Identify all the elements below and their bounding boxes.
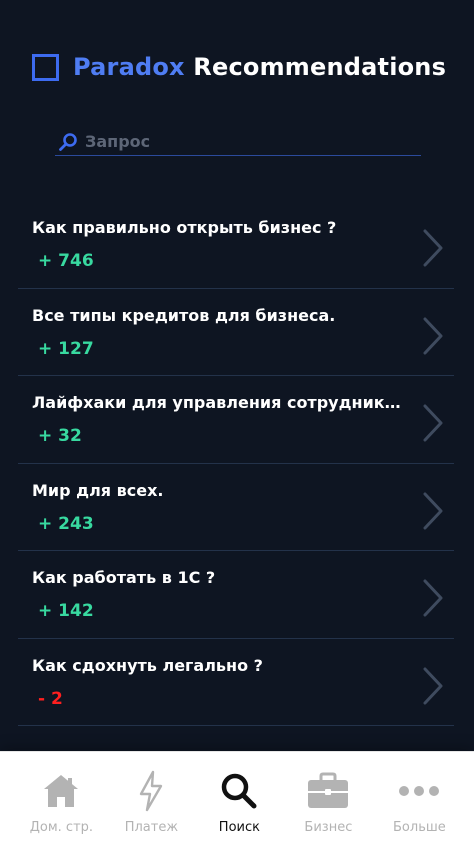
item-count: + 243 bbox=[38, 513, 94, 534]
header: Paradox Recommendations bbox=[32, 50, 446, 84]
item-count: + 127 bbox=[38, 338, 94, 359]
briefcase-icon bbox=[306, 770, 350, 812]
more-icon bbox=[397, 770, 441, 812]
item-title: Все типы кредитов для бизнеса. bbox=[32, 305, 336, 325]
item-count: + 142 bbox=[38, 601, 94, 621]
item-title: Как работать в 1С ? bbox=[32, 568, 216, 587]
tab-label: Поиск bbox=[218, 820, 260, 835]
tab-search[interactable]: Поиск bbox=[192, 752, 287, 844]
page-title: Paradox Recommendations bbox=[73, 53, 446, 81]
list-item[interactable]: Как правильно открыть бизнес ? + 746 bbox=[18, 201, 454, 289]
item-count: + 32 bbox=[38, 426, 82, 446]
recommendation-list: Как правильно открыть бизнес ? + 746 Все… bbox=[18, 201, 454, 726]
item-title: Мир для всех. bbox=[32, 480, 164, 500]
tab-more[interactable]: Больше bbox=[372, 752, 467, 844]
search-icon bbox=[217, 770, 261, 812]
tab-payment[interactable]: Платеж bbox=[104, 752, 199, 844]
bottom-tab-bar: Дом. стр. Платеж Поиск Бизнес Больше bbox=[0, 751, 474, 844]
list-item[interactable]: Лайфхаки для управления сотрудниками + 3… bbox=[18, 376, 454, 464]
chevron-right-icon bbox=[423, 667, 443, 704]
brand-name: Paradox bbox=[73, 53, 185, 81]
search-bar bbox=[55, 128, 421, 156]
chevron-right-icon bbox=[423, 317, 443, 354]
tab-label: Платеж bbox=[124, 820, 179, 835]
tab-label: Больше bbox=[393, 820, 446, 835]
list-item[interactable]: Как работать в 1С ? + 142 bbox=[18, 551, 454, 639]
chevron-right-icon bbox=[423, 492, 443, 529]
item-title: Как правильно открыть бизнес ? bbox=[32, 218, 337, 237]
home-icon bbox=[39, 770, 83, 812]
title-text: Recommendations bbox=[193, 53, 447, 81]
tab-business[interactable]: Бизнес bbox=[281, 752, 376, 844]
tab-label: Бизнес bbox=[304, 820, 353, 835]
item-count: - 2 bbox=[38, 688, 63, 709]
tab-home[interactable]: Дом. стр. bbox=[14, 752, 109, 844]
tab-label: Дом. стр. bbox=[29, 820, 94, 835]
screen: Paradox Recommendations Как правильно от… bbox=[0, 0, 474, 844]
list-item[interactable]: Все типы кредитов для бизнеса. + 127 bbox=[18, 289, 454, 376]
list-item[interactable]: Мир для всех. + 243 bbox=[18, 464, 454, 551]
logo-square-icon bbox=[32, 53, 59, 81]
chevron-right-icon bbox=[423, 229, 443, 267]
search-icon[interactable] bbox=[57, 131, 79, 153]
chevron-right-icon bbox=[423, 404, 443, 442]
item-count: + 746 bbox=[38, 251, 94, 271]
list-item[interactable]: Как сдохнуть легально ? - 2 bbox=[18, 639, 454, 726]
item-title: Как сдохнуть легально ? bbox=[32, 655, 263, 675]
lightning-icon bbox=[129, 770, 173, 812]
item-title: Лайфхаки для управления сотрудниками bbox=[32, 393, 404, 412]
chevron-right-icon bbox=[423, 579, 443, 617]
search-input[interactable] bbox=[79, 128, 421, 155]
